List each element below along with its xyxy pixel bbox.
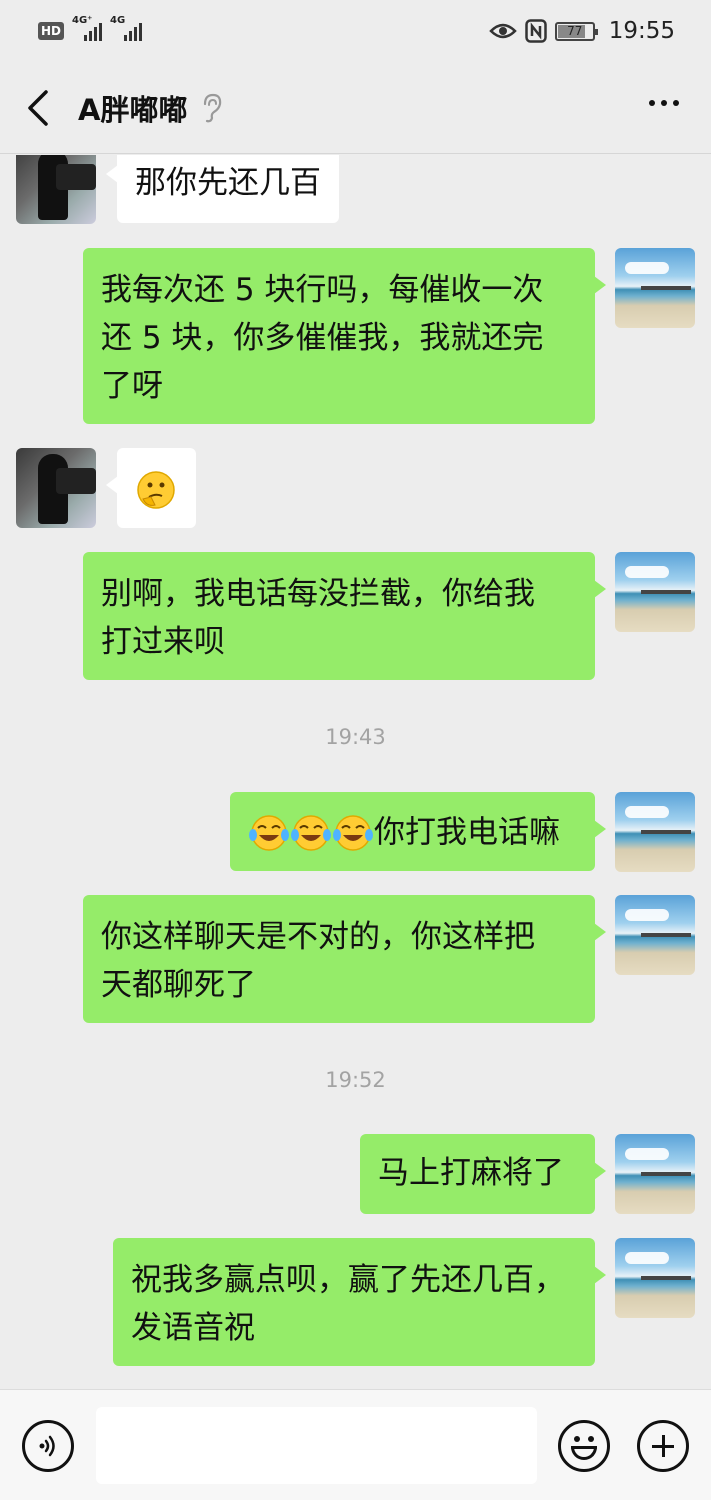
- message-line: 发语音祝: [131, 1310, 255, 1346]
- self-avatar[interactable]: [615, 895, 695, 975]
- ear-icon: [201, 93, 223, 123]
- message-line: 你这样聊天是不对的，你这样把: [101, 919, 535, 955]
- more-button[interactable]: [649, 100, 679, 106]
- voice-button[interactable]: [22, 1420, 74, 1472]
- message-list[interactable]: 那你先还几百 我每次还 5 块行吗，每催收一次 还 5 块，你多催催我，我就还完…: [0, 155, 711, 1388]
- back-button[interactable]: [0, 62, 76, 154]
- self-avatar[interactable]: [615, 1134, 695, 1214]
- plus-button[interactable]: [637, 1420, 689, 1472]
- message-line: 了呀: [101, 368, 163, 404]
- message-bubble[interactable]: 马上打麻将了: [360, 1134, 606, 1214]
- message-bubble[interactable]: 祝我多赢点呗，赢了先还几百， 发语音祝: [113, 1238, 606, 1366]
- chat-header: A胖嘟嘟: [0, 62, 711, 154]
- back-icon: [28, 89, 48, 126]
- message-bubble[interactable]: 我每次还 5 块行吗，每催收一次 还 5 块，你多催催我，我就还完 了呀: [83, 248, 606, 424]
- self-avatar[interactable]: [615, 248, 695, 328]
- message-line: 祝我多赢点呗，赢了先还几百，: [131, 1262, 565, 1298]
- message-line: 打过来呗: [101, 624, 225, 660]
- signal-icon: 4G⁺: [72, 15, 103, 41]
- friend-avatar[interactable]: [16, 155, 96, 224]
- message-bubble[interactable]: 你打我电话嘛: [230, 792, 606, 871]
- message-input[interactable]: [96, 1407, 537, 1484]
- message-text: 那你先还几百: [135, 165, 321, 201]
- chat-title: A胖嘟嘟: [78, 92, 188, 127]
- message-line: 我每次还 5 块行吗，每催收一次: [101, 272, 544, 308]
- status-right: 77 19:55: [488, 18, 675, 44]
- more-icon: [649, 100, 655, 106]
- friend-avatar[interactable]: [16, 448, 96, 528]
- battery-icon: 77: [554, 21, 598, 41]
- self-avatar[interactable]: [615, 792, 695, 872]
- message-bubble[interactable]: [106, 448, 196, 528]
- tears-of-joy-icon: [291, 814, 331, 851]
- timestamp: 19:52: [325, 1068, 386, 1092]
- status-bar: HD 4G⁺ 4G 77 19:55: [0, 0, 711, 62]
- message-line: 别啊，我电话每没拦截，你给我: [101, 576, 535, 612]
- status-time: 19:55: [608, 18, 675, 44]
- input-bar: [0, 1389, 711, 1500]
- self-avatar[interactable]: [615, 1238, 695, 1318]
- eye-icon: [488, 23, 517, 39]
- voice-icon: [39, 1435, 55, 1457]
- hd-badge: HD: [38, 22, 65, 40]
- message-line: 天都聊死了: [101, 967, 256, 1003]
- signal-icon-2: 4G: [110, 15, 144, 41]
- status-left: HD 4G⁺ 4G: [38, 15, 144, 41]
- message-text: 马上打麻将了: [378, 1155, 564, 1191]
- emoji-button[interactable]: [558, 1420, 610, 1472]
- message-bubble[interactable]: 那你先还几百: [106, 155, 339, 223]
- message-bubble[interactable]: 别啊，我电话每没拦截，你给我 打过来呗: [83, 552, 606, 680]
- self-avatar[interactable]: [615, 552, 695, 632]
- message-line: 还 5 块，你多催催我，我就还完: [101, 320, 544, 356]
- timestamp: 19:43: [325, 725, 386, 749]
- thinking-face-icon: [137, 470, 175, 509]
- message-text: 你打我电话嘛: [374, 814, 560, 851]
- message-bubble[interactable]: 你这样聊天是不对的，你这样把 天都聊死了: [83, 895, 606, 1023]
- nfc-icon: [524, 19, 547, 43]
- tears-of-joy-icon: [249, 814, 289, 851]
- tears-of-joy-icon: [333, 814, 373, 851]
